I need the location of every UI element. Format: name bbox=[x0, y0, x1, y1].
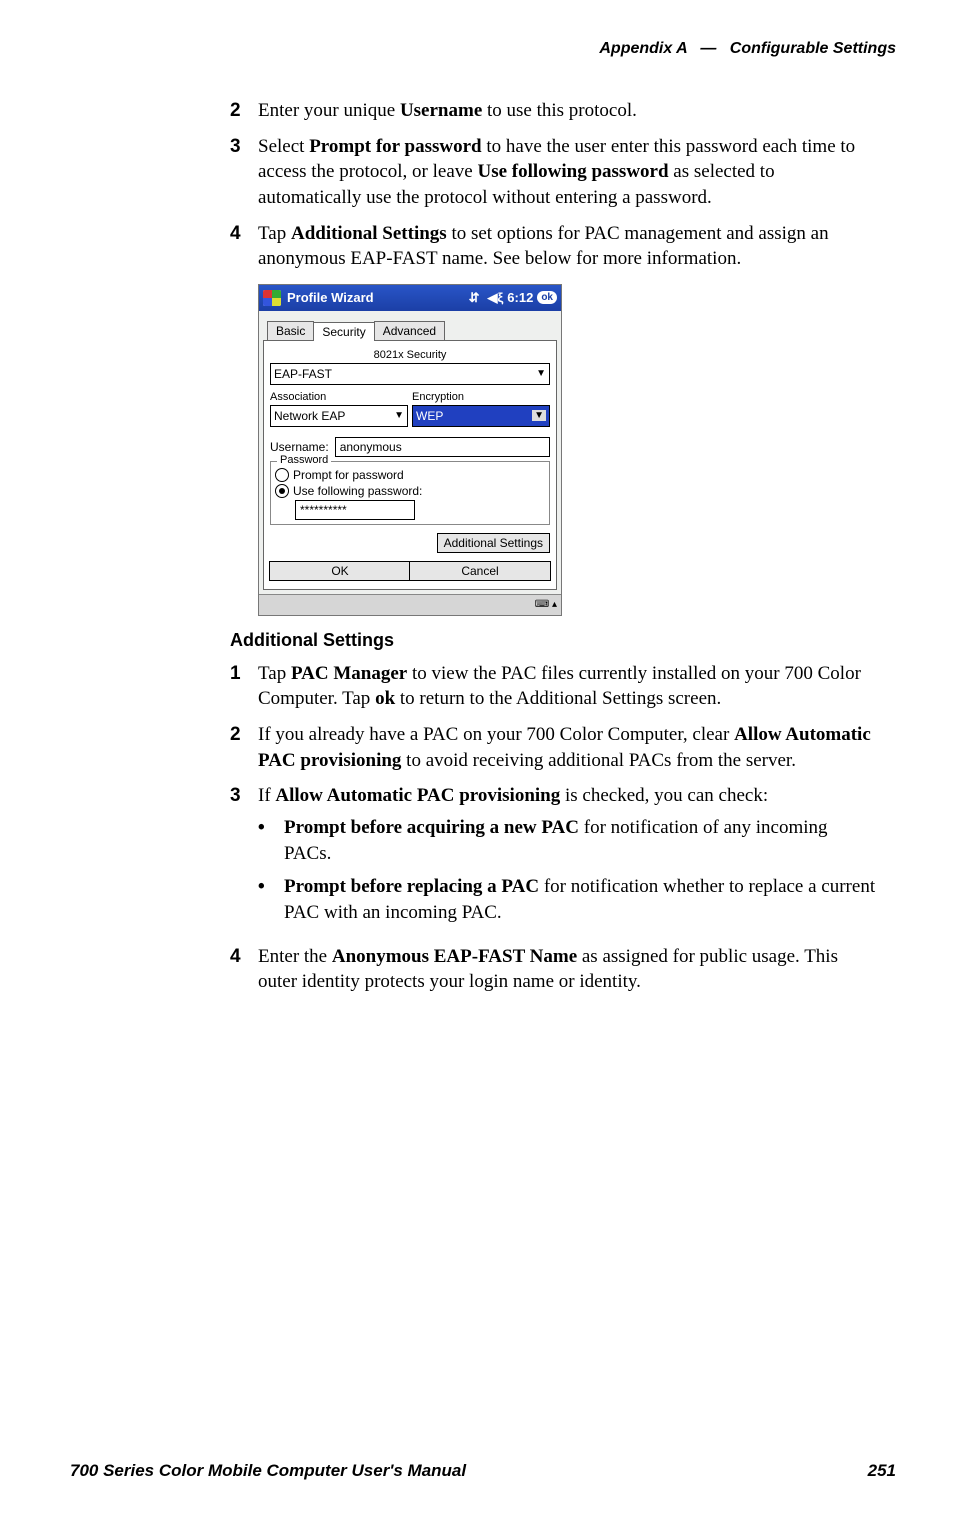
page-footer: 700 Series Color Mobile Computer User's … bbox=[70, 1461, 896, 1481]
radio-use-following-label: Use following password: bbox=[293, 484, 422, 498]
profile-wizard-screenshot: Profile Wizard ⇵ ◀ξ 6:12 ok Basic Securi… bbox=[258, 284, 562, 616]
bullet-item: •Prompt before acquiring a new PAC for n… bbox=[258, 815, 876, 866]
additional-settings-heading: Additional Settings bbox=[230, 630, 876, 651]
radio-use-following[interactable] bbox=[275, 484, 289, 498]
radio-prompt-label: Prompt for password bbox=[293, 468, 404, 482]
step-item: 2Enter your unique Username to use this … bbox=[230, 98, 876, 124]
titlebar: Profile Wizard ⇵ ◀ξ 6:12 ok bbox=[259, 285, 561, 311]
cancel-form-button[interactable]: Cancel bbox=[409, 561, 551, 581]
step-item: 1Tap PAC Manager to view the PAC files c… bbox=[230, 661, 876, 712]
username-input[interactable]: anonymous bbox=[335, 437, 550, 457]
password-input[interactable]: ********** bbox=[295, 500, 415, 520]
combo-8021x-value: EAP-FAST bbox=[274, 367, 332, 381]
footer-page-number: 251 bbox=[868, 1461, 896, 1481]
steps-bottom-list: 1Tap PAC Manager to view the PAC files c… bbox=[230, 661, 876, 995]
bullet-dot: • bbox=[258, 815, 284, 841]
combo-association-value: Network EAP bbox=[274, 409, 345, 423]
step-number: 3 bbox=[230, 134, 258, 160]
bullet-dot: • bbox=[258, 874, 284, 900]
username-value: anonymous bbox=[340, 440, 402, 454]
chevron-down-icon: ▼ bbox=[536, 368, 546, 379]
combo-encryption-value: WEP bbox=[416, 409, 443, 423]
connectivity-icon[interactable]: ⇵ bbox=[469, 290, 480, 306]
window-title: Profile Wizard bbox=[287, 290, 465, 305]
step-item: 3Select Prompt for password to have the … bbox=[230, 134, 876, 211]
bullet-list: •Prompt before acquiring a new PAC for n… bbox=[258, 815, 876, 926]
start-icon[interactable] bbox=[263, 290, 281, 306]
tab-strip: Basic Security Advanced bbox=[267, 321, 561, 340]
bullet-item: •Prompt before replacing a PAC for notif… bbox=[258, 874, 876, 925]
additional-settings-button[interactable]: Additional Settings bbox=[437, 533, 550, 553]
label-association: Association bbox=[270, 391, 408, 403]
ok-button[interactable]: ok bbox=[537, 291, 557, 304]
username-label: Username: bbox=[270, 440, 329, 454]
step-item: 3If Allow Automatic PAC provisioning is … bbox=[230, 783, 876, 933]
step-number: 4 bbox=[230, 944, 258, 970]
combo-encryption[interactable]: WEP ▼ bbox=[412, 405, 550, 427]
step-number: 3 bbox=[230, 783, 258, 809]
step-item: 4Enter the Anonymous EAP-FAST Name as as… bbox=[230, 944, 876, 995]
ok-form-button[interactable]: OK bbox=[269, 561, 411, 581]
tab-advanced[interactable]: Advanced bbox=[374, 321, 445, 340]
combo-association[interactable]: Network EAP ▼ bbox=[270, 405, 408, 427]
tab-security[interactable]: Security bbox=[313, 322, 374, 341]
header-section: Configurable Settings bbox=[730, 40, 896, 57]
keyboard-icon[interactable]: ⌨ ▴ bbox=[535, 599, 557, 610]
step-number: 2 bbox=[230, 722, 258, 748]
label-8021x: 8021x Security bbox=[270, 349, 550, 361]
step-number: 2 bbox=[230, 98, 258, 124]
radio-prompt[interactable] bbox=[275, 468, 289, 482]
clock-text: 6:12 bbox=[507, 290, 533, 305]
header-appendix: Appendix A bbox=[599, 40, 687, 57]
step-item: 4Tap Additional Settings to set options … bbox=[230, 221, 876, 272]
password-group-title: Password bbox=[277, 454, 331, 466]
tab-basic[interactable]: Basic bbox=[267, 321, 314, 340]
chevron-down-icon: ▼ bbox=[394, 410, 404, 421]
password-value: ********** bbox=[300, 503, 347, 517]
step-number: 1 bbox=[230, 661, 258, 687]
chevron-down-icon: ▼ bbox=[532, 410, 546, 421]
label-encryption: Encryption bbox=[412, 391, 550, 403]
step-number: 4 bbox=[230, 221, 258, 247]
footer-manual-title: 700 Series Color Mobile Computer User's … bbox=[70, 1461, 466, 1481]
page-header: Appendix A — Configurable Settings bbox=[70, 40, 896, 58]
volume-icon[interactable]: ◀ξ bbox=[488, 290, 504, 306]
security-panel: 8021x Security EAP-FAST ▼ Association Ne… bbox=[263, 340, 557, 590]
header-dash: — bbox=[700, 40, 716, 57]
sip-bar: ⌨ ▴ bbox=[259, 594, 561, 615]
steps-top-list: 2Enter your unique Username to use this … bbox=[230, 98, 876, 272]
step-item: 2If you already have a PAC on your 700 C… bbox=[230, 722, 876, 773]
password-group: Password Prompt for password Use followi… bbox=[270, 461, 550, 525]
combo-8021x[interactable]: EAP-FAST ▼ bbox=[270, 363, 550, 385]
